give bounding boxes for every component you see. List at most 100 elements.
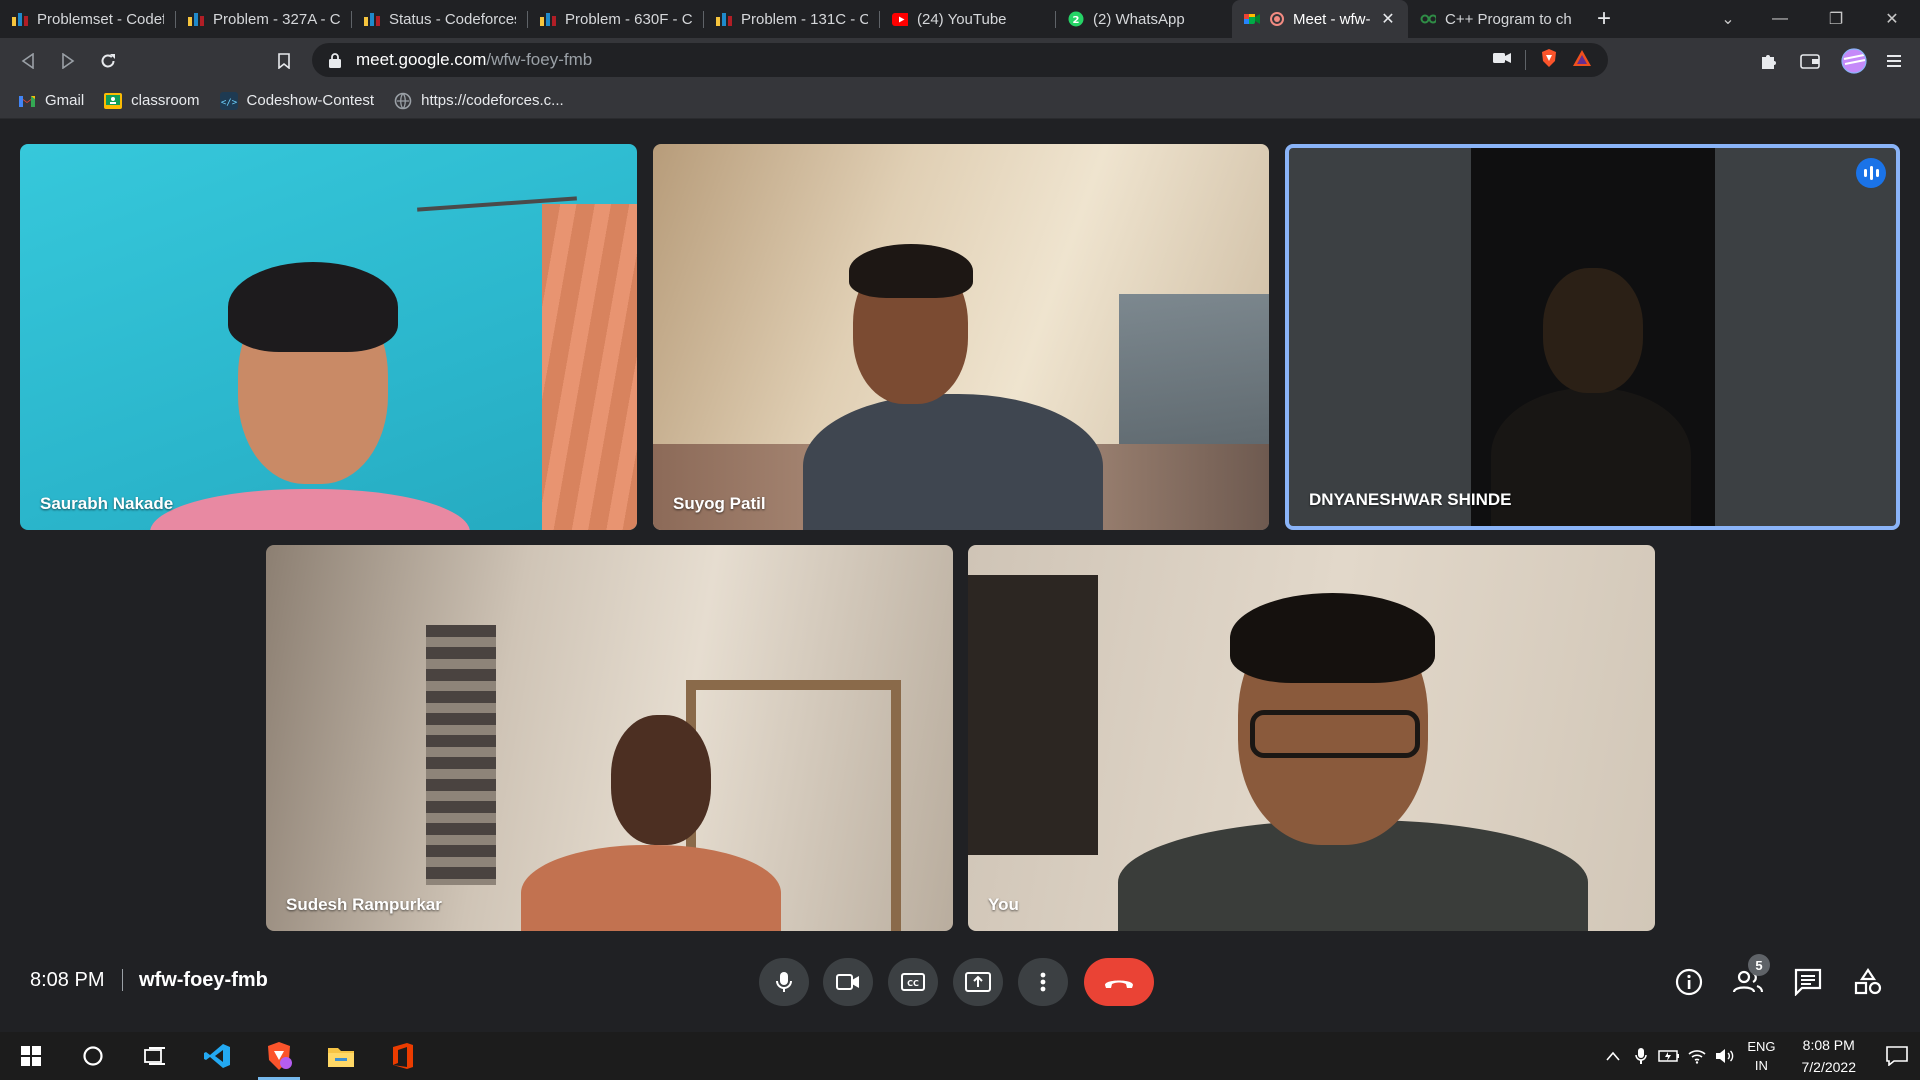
- activities-button[interactable]: [1848, 962, 1888, 1002]
- codeforces-icon: [188, 11, 204, 27]
- tab-problem-131c[interactable]: Problem - 131C - Co: [704, 0, 880, 38]
- people-button[interactable]: 5: [1728, 954, 1770, 1002]
- present-screen-button[interactable]: [953, 958, 1003, 1006]
- volume-icon[interactable]: [1711, 1048, 1739, 1064]
- back-icon[interactable]: [8, 43, 48, 79]
- office-app[interactable]: [372, 1032, 434, 1080]
- browser-menu-icon[interactable]: [1874, 43, 1914, 79]
- wifi-icon[interactable]: [1683, 1048, 1711, 1064]
- window-controls: ⌄ — ❐ ✕: [1704, 0, 1920, 38]
- leave-call-button[interactable]: [1084, 958, 1154, 1006]
- system-tray: ENG IN 8:08 PM 7/2/2022: [1599, 1032, 1920, 1080]
- bookmark-classroom[interactable]: classroom: [104, 92, 200, 110]
- participant-tile[interactable]: Saurabh Nakade: [20, 144, 637, 530]
- battery-icon[interactable]: [1655, 1049, 1683, 1063]
- bookmark-gmail[interactable]: Gmail: [18, 92, 84, 110]
- participant-tile[interactable]: Sudesh Rampurkar: [266, 545, 953, 931]
- participant-head: [1543, 268, 1643, 393]
- extensions-puzzle-icon[interactable]: [1748, 43, 1788, 79]
- tab-youtube[interactable]: (24) YouTube: [880, 0, 1056, 38]
- reload-icon[interactable]: [88, 43, 128, 79]
- restore-icon[interactable]: ❐: [1808, 0, 1864, 38]
- brave-browser-icon: [268, 1042, 292, 1070]
- vscode-app[interactable]: [186, 1032, 248, 1080]
- task-view-button[interactable]: [124, 1032, 186, 1080]
- tab-problem-327a[interactable]: Problem - 327A - Co: [176, 0, 352, 38]
- info-divider: [122, 969, 123, 991]
- tab-search-icon[interactable]: ⌄: [1704, 0, 1752, 38]
- participant-name: Suyog Patil: [673, 494, 766, 513]
- tab-status[interactable]: Status - Codeforces: [352, 0, 528, 38]
- wallet-icon[interactable]: [1790, 43, 1830, 79]
- tab-meet[interactable]: Meet - wfw- ✕: [1232, 0, 1408, 38]
- tab-problemset[interactable]: Problemset - Codef: [0, 0, 176, 38]
- bookmark-page-icon[interactable]: [264, 43, 304, 79]
- brave-browser-app[interactable]: [248, 1032, 310, 1080]
- bookmark-codeshow[interactable]: </> Codeshow-Contest: [219, 91, 374, 110]
- windows-logo-icon: [21, 1046, 41, 1066]
- codeforces-icon: [716, 11, 732, 27]
- camera-button[interactable]: [823, 958, 873, 1006]
- closed-captions-icon: CC: [901, 973, 925, 991]
- close-window-icon[interactable]: ✕: [1864, 0, 1920, 38]
- meeting-code: wfw-foey-fmb: [139, 968, 268, 991]
- captions-button[interactable]: CC: [888, 958, 938, 1006]
- microphone-button[interactable]: [759, 958, 809, 1006]
- chat-button[interactable]: [1788, 962, 1828, 1002]
- forward-icon[interactable]: [48, 43, 88, 79]
- brave-rewards-icon[interactable]: [1572, 49, 1592, 72]
- recording-dot-icon: [1269, 11, 1285, 27]
- info-icon: [1675, 968, 1703, 996]
- tab-problem-630f[interactable]: Problem - 630F - Co: [528, 0, 704, 38]
- omnibox-divider: [1525, 50, 1526, 70]
- tab-whatsapp[interactable]: 2 (2) WhatsApp: [1056, 0, 1232, 38]
- speaking-indicator-icon: [1856, 158, 1886, 188]
- gmail-icon: [18, 92, 36, 110]
- minimize-icon[interactable]: —: [1752, 0, 1808, 38]
- bookmarks-bar: Gmail classroom </> Codeshow-Contest htt…: [0, 83, 1920, 119]
- more-options-button[interactable]: [1018, 958, 1068, 1006]
- video-camera-icon: [836, 974, 859, 990]
- url-path: /wfw-foey-fmb: [486, 50, 593, 69]
- profile-avatar[interactable]: [1834, 43, 1874, 79]
- brave-shields-icon[interactable]: [1540, 48, 1558, 73]
- activities-shapes-icon: [1854, 968, 1882, 995]
- show-hidden-icons[interactable]: [1599, 1051, 1627, 1061]
- start-button[interactable]: [0, 1032, 62, 1080]
- camera-in-use-icon[interactable]: [1493, 51, 1511, 69]
- classroom-icon: [104, 92, 123, 110]
- address-bar[interactable]: meet.google.com/wfw-foey-fmb: [312, 43, 1608, 77]
- meeting-details-button[interactable]: [1669, 962, 1709, 1002]
- self-view-tile[interactable]: You: [968, 545, 1655, 931]
- participant-tile[interactable]: Suyog Patil: [653, 144, 1269, 530]
- search-button[interactable]: [62, 1032, 124, 1080]
- participant-torso: [521, 845, 781, 931]
- more-vert-icon: [1040, 972, 1046, 992]
- svg-text:</>: </>: [220, 98, 237, 108]
- wardrobe: [426, 625, 496, 885]
- close-tab-icon[interactable]: ✕: [1380, 9, 1396, 29]
- microphone-icon: [776, 972, 792, 992]
- participant-head: [611, 715, 711, 845]
- cortana-circle-icon: [83, 1046, 103, 1066]
- new-tab-button[interactable]: +: [1584, 0, 1624, 38]
- codeforces-icon: [364, 11, 380, 27]
- input-language-indicator[interactable]: ENG IN: [1747, 1037, 1775, 1075]
- meeting-clock: 8:08 PM: [30, 968, 105, 991]
- microphone-in-use-icon[interactable]: [1627, 1047, 1655, 1065]
- tab-cpp-program[interactable]: C++ Program to ch: [1408, 0, 1584, 38]
- folder-icon: [328, 1048, 354, 1067]
- globe-icon: [394, 92, 412, 110]
- windows-taskbar: ENG IN 8:08 PM 7/2/2022: [0, 1032, 1920, 1080]
- present-screen-icon: [965, 972, 991, 992]
- participant-tile-speaking[interactable]: DNYANESHWAR SHINDE: [1285, 144, 1900, 530]
- bookmark-codeforces-link[interactable]: https://codeforces.c...: [394, 92, 564, 110]
- notification-center-icon[interactable]: [1874, 1046, 1920, 1066]
- participant-video: [1471, 148, 1715, 526]
- participant-name: Sudesh Rampurkar: [286, 895, 442, 914]
- taskbar-clock[interactable]: 8:08 PM 7/2/2022: [1802, 1034, 1857, 1078]
- participant-torso: [1491, 388, 1691, 526]
- file-explorer-app[interactable]: [310, 1032, 372, 1080]
- curtain: [542, 204, 637, 530]
- participant-torso: [150, 489, 470, 530]
